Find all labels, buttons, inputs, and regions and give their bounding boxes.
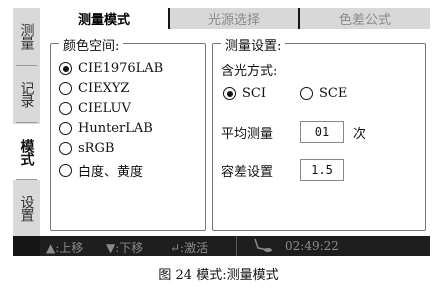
- radio-hunterlab[interactable]: HunterLAB: [59, 121, 153, 136]
- mode-panel: 颜色空间: CIE1976LAB CIEXYZ CIELUV HunterLAB…: [40, 29, 430, 236]
- status-down-hint: ▼:下移: [106, 241, 144, 255]
- radio-label: CIEXYZ: [78, 81, 130, 96]
- sidebar-item-label: 测量: [18, 23, 35, 49]
- sidebar-divider: [16, 122, 37, 123]
- radio-label: SCE: [319, 86, 348, 101]
- sidebar-item-label: 模式: [18, 139, 35, 165]
- avg-unit-label: 次: [353, 127, 367, 142]
- figure-caption: 图 24 模式:测量模式: [158, 268, 279, 283]
- measure-settings-group: 测量设置: 含光方式: SCI SCE 平均测量 01 次 容差设置 1.5: [212, 35, 426, 231]
- avg-count-field[interactable]: 01: [300, 121, 344, 143]
- tab-bar: 测量模式 光源选择 色差公式: [40, 8, 430, 29]
- radio-label: HunterLAB: [78, 121, 153, 136]
- radio-icon: [59, 82, 72, 95]
- sidebar-item-settings[interactable]: 设置: [13, 180, 40, 236]
- color-space-title: 颜色空间:: [59, 35, 124, 54]
- status-bar: ▲:上移 ▼:下移 ↵:激活 02:49:22: [40, 236, 430, 256]
- tolerance-field[interactable]: 1.5: [300, 159, 344, 181]
- radio-icon: [59, 164, 72, 177]
- sidebar-item-label: 设置: [18, 195, 35, 221]
- radio-label: 白度、黄度: [78, 165, 144, 180]
- color-space-group: 颜色空间: CIE1976LAB CIEXYZ CIELUV HunterLAB…: [50, 35, 206, 231]
- avg-measure-label: 平均测量: [221, 127, 274, 142]
- sidebar-item-mode[interactable]: 模式: [13, 124, 40, 180]
- radio-icon: [59, 122, 72, 135]
- status-time: 02:49:22: [285, 239, 339, 253]
- status-divider: [236, 236, 237, 256]
- radio-sci[interactable]: SCI: [223, 86, 266, 101]
- radio-icon: [59, 142, 72, 155]
- measure-settings-title: 测量设置:: [221, 35, 286, 54]
- radio-icon: [59, 102, 72, 115]
- probe-icon: [252, 238, 274, 256]
- radio-cie1976lab[interactable]: CIE1976LAB: [59, 61, 163, 76]
- status-up-hint: ▲:上移: [46, 241, 84, 255]
- tab-measure-mode[interactable]: 测量模式: [40, 8, 168, 29]
- radio-label: CIE1976LAB: [78, 61, 164, 76]
- sidebar-item-label: 记录: [18, 81, 35, 107]
- sidebar-item-measure[interactable]: 测量: [13, 8, 40, 64]
- radio-cieluv[interactable]: CIELUV: [59, 101, 131, 116]
- gloss-mode-label: 含光方式:: [221, 64, 278, 79]
- sidebar-item-record[interactable]: 记录: [13, 66, 40, 122]
- radio-label: SCI: [242, 86, 266, 101]
- radio-icon: [300, 87, 313, 100]
- radio-selected-icon: [223, 87, 236, 100]
- device-screen: 测量 记录 模式 设置 测量模式 光源选择 色差公式 颜色空间: CIE1976…: [13, 8, 430, 256]
- radio-ciexyz[interactable]: CIEXYZ: [59, 81, 129, 96]
- tab-color-diff-formula[interactable]: 色差公式: [300, 8, 430, 29]
- radio-label: sRGB: [78, 141, 115, 156]
- radio-selected-icon: [59, 62, 72, 75]
- status-enter-hint: ↵:激活: [170, 241, 209, 255]
- sidebar: 测量 记录 模式 设置: [13, 8, 40, 236]
- radio-label: CIELUV: [78, 101, 131, 116]
- tab-light-source[interactable]: 光源选择: [170, 8, 298, 29]
- radio-whiteness-yellowness[interactable]: 白度、黄度: [59, 161, 143, 180]
- radio-srgb[interactable]: sRGB: [59, 141, 114, 156]
- tolerance-label: 容差设置: [221, 165, 274, 180]
- radio-sce[interactable]: SCE: [300, 86, 347, 101]
